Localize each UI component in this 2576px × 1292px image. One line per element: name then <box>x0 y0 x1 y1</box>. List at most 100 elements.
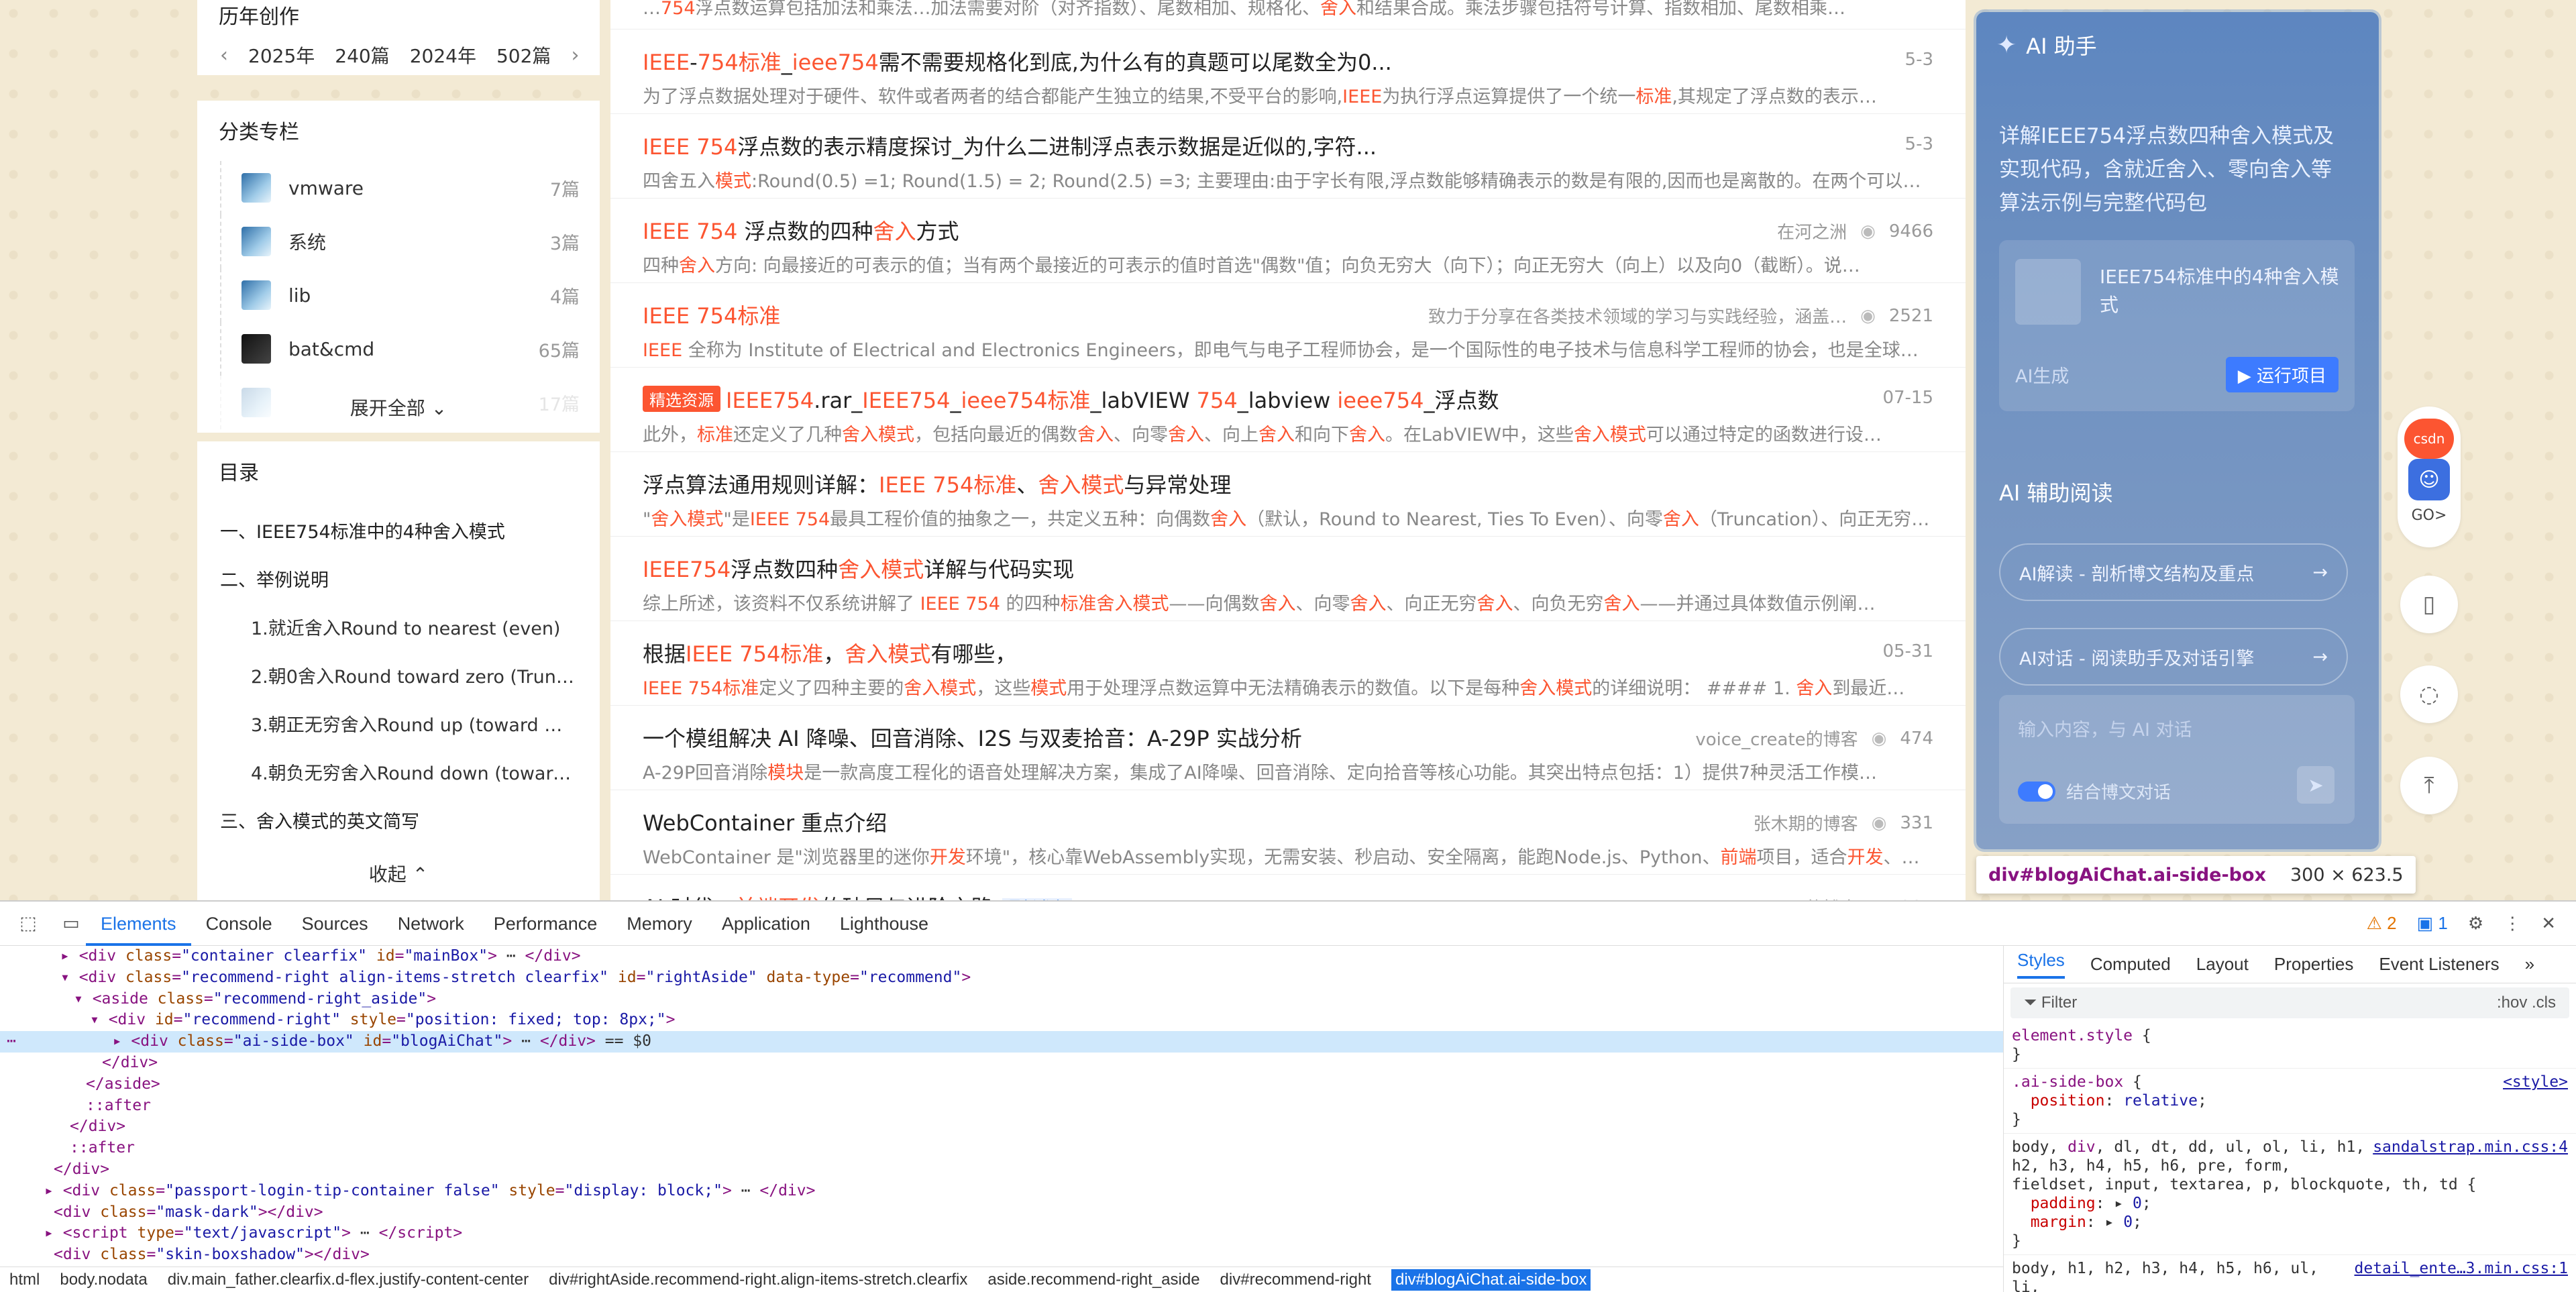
csdn-float-button[interactable]: csdn ☺ GO> <box>2398 407 2461 547</box>
more-icon[interactable]: ⋮ <box>2504 913 2521 934</box>
article-item[interactable]: 一个模组解决 AI 降噪、回音消除、I2S 与双麦拾音：A-29P 实战分析 vo… <box>610 706 1966 790</box>
chevron-double-right-icon[interactable]: » <box>2525 954 2534 975</box>
tab-lighthouse[interactable]: Lighthouse <box>825 902 943 946</box>
mobile-icon[interactable]: ▯ <box>2400 576 2458 633</box>
chevron-right-icon[interactable]: › <box>571 44 579 67</box>
tab-application[interactable]: Application <box>707 902 825 946</box>
tab-event-listeners[interactable]: Event Listeners <box>2379 954 2499 975</box>
tab-computed[interactable]: Computed <box>2090 954 2171 975</box>
toc-item[interactable]: 2.朝0舍入Round toward zero (Trunc… <box>220 653 577 702</box>
article-item[interactable]: AI 时代，前端开发的破局与进阶之路最新发布 OpsEye的博客◉305 <box>610 875 1966 900</box>
category-item[interactable]: lib 4篇 <box>197 268 600 322</box>
toc-item[interactable]: 3.朝正无穷舍入Round up (toward +∞) <box>220 702 577 750</box>
dom-node[interactable]: </aside> <box>0 1074 2003 1095</box>
category-item[interactable]: 系统 3篇 <box>197 215 600 268</box>
device-toggle-icon[interactable]: ▭ <box>56 913 86 934</box>
chat-input[interactable]: 输入内容，与 AI 对话 结合博文对话 ➤ <box>1999 695 2355 824</box>
dom-node[interactable]: <div class="skin-boxshadow"></div> <box>0 1244 2003 1266</box>
tab-styles[interactable]: Styles <box>2017 950 2065 979</box>
dom-node[interactable]: ▸ <script type="text/javascript"> ⋯ </sc… <box>0 1223 2003 1244</box>
article-title[interactable]: IEEE754浮点数四种舍入模式详解与代码实现 <box>643 553 1711 584</box>
dom-node[interactable]: ▾ <div class="recommend-right align-item… <box>0 967 2003 989</box>
article-item[interactable]: 精选资源 IEEE754.rar_IEEE754_ieee754标准_labVIE… <box>610 368 1966 452</box>
dom-node[interactable]: ▾ <aside class="recommend-right_aside"> <box>0 989 2003 1010</box>
article-title[interactable]: IEEE 754 浮点数的四种舍入方式 <box>643 215 1711 246</box>
article-title[interactable]: IEEE 754浮点数的表示精度探讨_为什么二进制浮点表示数据是近似的,字符..… <box>643 130 1711 161</box>
inspect-icon[interactable]: ⬚ <box>13 913 43 934</box>
article-item[interactable]: IEEE 754标准 致力于分享在各类技术领域的学习与实践经验，涵盖… ◉ 2521 I… <box>610 283 1966 368</box>
breadcrumb-item[interactable]: div#recommend-right <box>1220 1271 1371 1289</box>
dom-node[interactable]: ::after <box>0 1138 2003 1159</box>
ai-chat-button[interactable]: AI对话 - 阅读助手及对话引擎 → <box>1999 628 2348 686</box>
tab-elements[interactable]: Elements <box>86 902 191 946</box>
dom-node[interactable]: ▸ <div class="passport-login-tip-contain… <box>0 1181 2003 1202</box>
expand-all-button[interactable]: 展开全部 ⌄ <box>197 394 600 421</box>
breadcrumb-item[interactable]: div#rightAside.recommend-right.align-ite… <box>549 1271 967 1289</box>
chat-bubble-icon[interactable]: ◌ <box>2400 665 2458 723</box>
tab-performance[interactable]: Performance <box>479 902 612 946</box>
article-title[interactable]: 浮点算法通用规则详解：IEEE 754标准、舍入模式与异常处理 <box>643 468 1711 499</box>
toc-list: 一、IEEE754标准中的4种舍入模式 二、举例说明 1.就近舍入Round t… <box>220 508 577 847</box>
article-title[interactable]: 一个模组解决 AI 降噪、回音消除、I2S 与双麦拾音：A-29P 实战分析 <box>643 722 1711 753</box>
tab-console[interactable]: Console <box>191 902 287 946</box>
article-title[interactable]: AI 时代，前端开发的破局与进阶之路最新发布 <box>643 891 1711 900</box>
dom-node[interactable]: ▾ <div id="recommend-right" style="posit… <box>0 1010 2003 1031</box>
year-count: 240篇 <box>335 45 390 67</box>
year-item[interactable]: 2025年 <box>248 42 315 68</box>
collapse-label: 收起 <box>368 863 407 885</box>
project-card[interactable]: IEEE754标准中的4种舍入模式 AI生成 ▶ 运行项目 <box>1999 240 2355 411</box>
toc-item[interactable]: 一、IEEE754标准中的4种舍入模式 <box>220 508 577 557</box>
ai-read-button[interactable]: AI解读 - 剖析博文结构及重点 → <box>1999 543 2348 601</box>
article-title[interactable]: IEEE-754标准_ieee754需不需要规格化到底,为什么有的真题可以尾数全… <box>643 46 1711 76</box>
ai-side-box: ✦ AI 助手 详解IEEE754浮点数四种舍入模式及实现代码，含就近舍入、零向… <box>1976 12 2379 849</box>
article-title[interactable]: WebContainer 重点介绍 <box>643 806 1711 837</box>
send-icon[interactable]: ➤ <box>2297 766 2334 804</box>
filter-tools[interactable]: :hov .cls <box>2497 993 2556 1012</box>
styles-filter[interactable]: ⏷ Filter :hov .cls <box>2010 987 2569 1018</box>
dom-node[interactable]: </div> <box>0 1053 2003 1074</box>
dom-node[interactable]: </div> <box>0 1116 2003 1138</box>
breadcrumb-item[interactable]: aside.recommend-right_aside <box>987 1271 1199 1289</box>
close-icon[interactable]: ✕ <box>2541 913 2556 934</box>
breadcrumb-item[interactable]: body.nodata <box>60 1271 147 1289</box>
list-item[interactable]: …754浮点数运算包括加法和乘法…加法需要对阶（对齐指数）、尾数相加、规格化、舍… <box>610 0 1966 30</box>
breadcrumb-item[interactable]: div.main_father.clearfix.d-flex.justify-… <box>168 1271 529 1289</box>
toc-item[interactable]: 1.就近舍入Round to nearest (even) <box>220 605 577 653</box>
toc-item[interactable]: 三、舍入模式的英文简写 <box>220 798 577 847</box>
toc-item[interactable]: 二、举例说明 <box>220 557 577 605</box>
warning-count[interactable]: ⚠ 2 <box>2367 913 2397 934</box>
back-to-top-icon[interactable]: ⤒ <box>2400 757 2458 814</box>
tab-properties[interactable]: Properties <box>2274 954 2354 975</box>
breadcrumb-item-selected[interactable]: div#blogAiChat.ai-side-box <box>1391 1269 1591 1291</box>
run-project-button[interactable]: ▶ 运行项目 <box>2225 357 2339 392</box>
dom-node[interactable]: ▸ <div class="container clearfix" id="ma… <box>0 946 2003 967</box>
dom-tree: ▸ <div class="container clearfix" id="ma… <box>0 946 2003 1268</box>
article-title[interactable]: 精选资源 IEEE754.rar_IEEE754_ieee754标准_labVIE… <box>643 384 1711 415</box>
tab-network[interactable]: Network <box>383 902 479 946</box>
article-item[interactable]: IEEE754浮点数四种舍入模式详解与代码实现 综上所述，该资料不仅系统讲解了 I… <box>610 537 1966 621</box>
tab-memory[interactable]: Memory <box>612 902 707 946</box>
collapse-button[interactable]: 收起 ⌃ <box>197 860 600 887</box>
article-item[interactable]: IEEE-754标准_ieee754需不需要规格化到底,为什么有的真题可以尾数全… <box>610 30 1966 114</box>
article-item[interactable]: 浮点算法通用规则详解：IEEE 754标准、舍入模式与异常处理 "舍入模式"是IE… <box>610 452 1966 537</box>
category-item[interactable]: bat&cmd 65篇 <box>197 322 600 376</box>
breadcrumb-item[interactable]: html <box>9 1271 40 1289</box>
article-title[interactable]: 根据IEEE 754标准，舍入模式有哪些， <box>643 637 1711 668</box>
toc-item[interactable]: 4.朝负无穷舍入Round down (toward… <box>220 750 577 798</box>
article-item[interactable]: IEEE 754浮点数的表示精度探讨_为什么二进制浮点表示数据是近似的,字符..… <box>610 114 1966 199</box>
context-toggle[interactable] <box>2018 781 2055 802</box>
article-item[interactable]: WebContainer 重点介绍 张木期的博客 ◉ 331 WebContainer … <box>610 790 1966 875</box>
message-count[interactable]: ▣ 1 <box>2417 913 2448 934</box>
dom-node-selected[interactable]: ⋯ ▸ <div class="ai-side-box" id="blogAiC… <box>0 1031 2003 1053</box>
article-item[interactable]: IEEE 754 浮点数的四种舍入方式 在河之洲 ◉ 9466 四种舍入方向: 向最接近… <box>610 199 1966 283</box>
chevron-left-icon[interactable]: ‹ <box>220 44 228 67</box>
article-item[interactable]: 根据IEEE 754标准，舍入模式有哪些， 05-31 IEEE 754标准定义了四… <box>610 621 1966 706</box>
dom-node[interactable]: </div> <box>0 1159 2003 1181</box>
settings-icon[interactable]: ⚙ <box>2468 913 2483 934</box>
tab-sources[interactable]: Sources <box>287 902 383 946</box>
dom-node[interactable]: <div class="mask-dark"></div> <box>0 1202 2003 1224</box>
year-item[interactable]: 2024年 <box>410 42 476 68</box>
tab-layout[interactable]: Layout <box>2196 954 2249 975</box>
dom-node[interactable]: ::after <box>0 1095 2003 1117</box>
category-item[interactable]: vmware 7篇 <box>197 161 600 215</box>
